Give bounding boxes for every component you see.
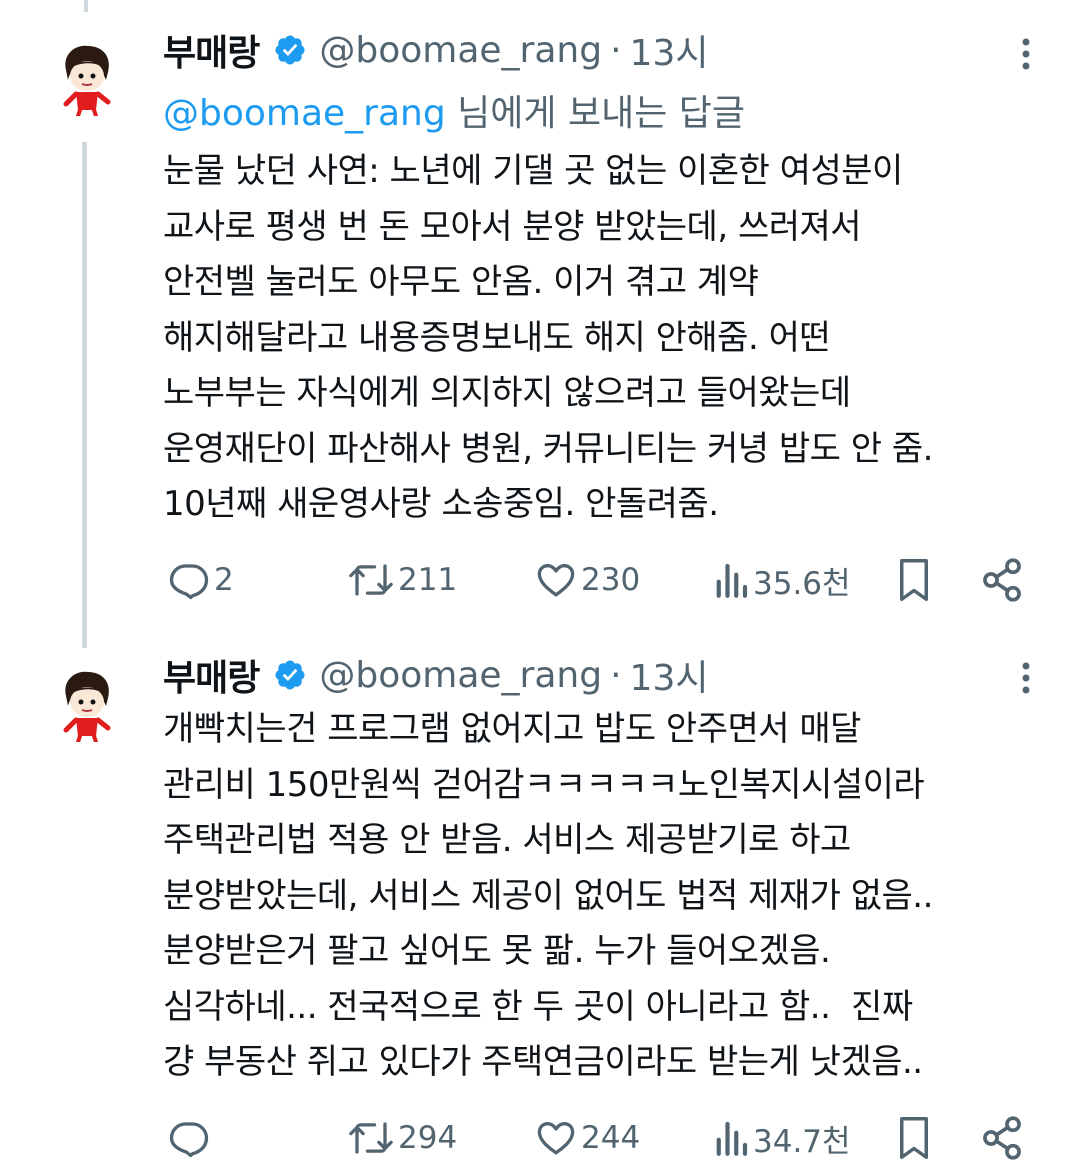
reply-icon bbox=[169, 1122, 209, 1158]
user-handle[interactable]: @boomae_rang bbox=[319, 655, 602, 696]
bookmark-icon[interactable] bbox=[893, 555, 935, 605]
separator-dot: · bbox=[610, 29, 622, 71]
views-chart-icon bbox=[716, 1121, 748, 1156]
heart-icon bbox=[537, 1121, 575, 1155]
views-button[interactable]: 35.6천 bbox=[713, 555, 851, 605]
display-name[interactable]: 부매랑 bbox=[163, 649, 260, 701]
like-count: 244 bbox=[581, 1120, 641, 1156]
bookmark-icon[interactable] bbox=[893, 1113, 935, 1163]
reply-context: @boomae_rang 님에게 보내는 답글 bbox=[163, 84, 745, 136]
avatar[interactable] bbox=[52, 40, 120, 116]
like-button[interactable]: 230 bbox=[535, 555, 640, 605]
display-name[interactable]: 부매랑 bbox=[163, 24, 260, 76]
like-button[interactable]: 244 bbox=[535, 1113, 640, 1163]
views-count: 35.6천 bbox=[753, 565, 851, 602]
reply-icon bbox=[169, 564, 209, 600]
tweet-text: 눈물 났던 사연: 노년에 기댈 곳 없는 이혼한 여성분이 교사로 평생 번 … bbox=[163, 151, 933, 524]
tweet-actions: 2 211 230 35.6천 bbox=[0, 555, 1080, 605]
more-options-icon[interactable] bbox=[1012, 34, 1040, 74]
share-icon[interactable] bbox=[980, 555, 1024, 605]
retweet-count: 211 bbox=[398, 562, 458, 598]
verified-badge-icon[interactable] bbox=[273, 33, 307, 67]
more-options-icon[interactable] bbox=[1012, 658, 1040, 698]
tweet-text: 개빡치는건 프로그램 없어지고 밥도 안주면서 매달 관리비 150만원씩 걷어… bbox=[163, 709, 933, 1082]
views-button[interactable]: 34.7천 bbox=[713, 1113, 851, 1163]
reply-button[interactable]: 2 bbox=[168, 555, 234, 605]
avatar[interactable] bbox=[52, 666, 120, 742]
reply-context-label: 님에게 보내는 답글 bbox=[445, 93, 746, 134]
retweet-count: 294 bbox=[398, 1120, 458, 1156]
tweet-header: 부매랑 @boomae_rang · 13시 bbox=[163, 25, 708, 75]
thread-connector-top bbox=[84, 0, 88, 12]
timestamp[interactable]: 13시 bbox=[630, 649, 709, 701]
reply-button[interactable] bbox=[168, 1113, 214, 1163]
user-handle[interactable]: @boomae_rang bbox=[319, 30, 602, 71]
verified-badge-icon[interactable] bbox=[273, 658, 307, 692]
retweet-icon bbox=[349, 564, 393, 596]
retweet-icon bbox=[349, 1122, 393, 1154]
like-count: 230 bbox=[581, 562, 641, 598]
separator-dot: · bbox=[610, 654, 622, 696]
tweet-actions: 294 244 34.7천 bbox=[0, 1113, 1080, 1163]
retweet-button[interactable]: 211 bbox=[348, 555, 457, 605]
reply-mention-link[interactable]: @boomae_rang bbox=[163, 93, 446, 134]
heart-icon bbox=[537, 563, 575, 597]
views-count: 34.7천 bbox=[753, 1123, 851, 1160]
tweet-header: 부매랑 @boomae_rang · 13시 bbox=[163, 650, 708, 700]
views-chart-icon bbox=[716, 563, 748, 598]
reply-count: 2 bbox=[214, 562, 234, 598]
timestamp[interactable]: 13시 bbox=[630, 24, 709, 76]
retweet-button[interactable]: 294 bbox=[348, 1113, 457, 1163]
share-icon[interactable] bbox=[980, 1113, 1024, 1163]
